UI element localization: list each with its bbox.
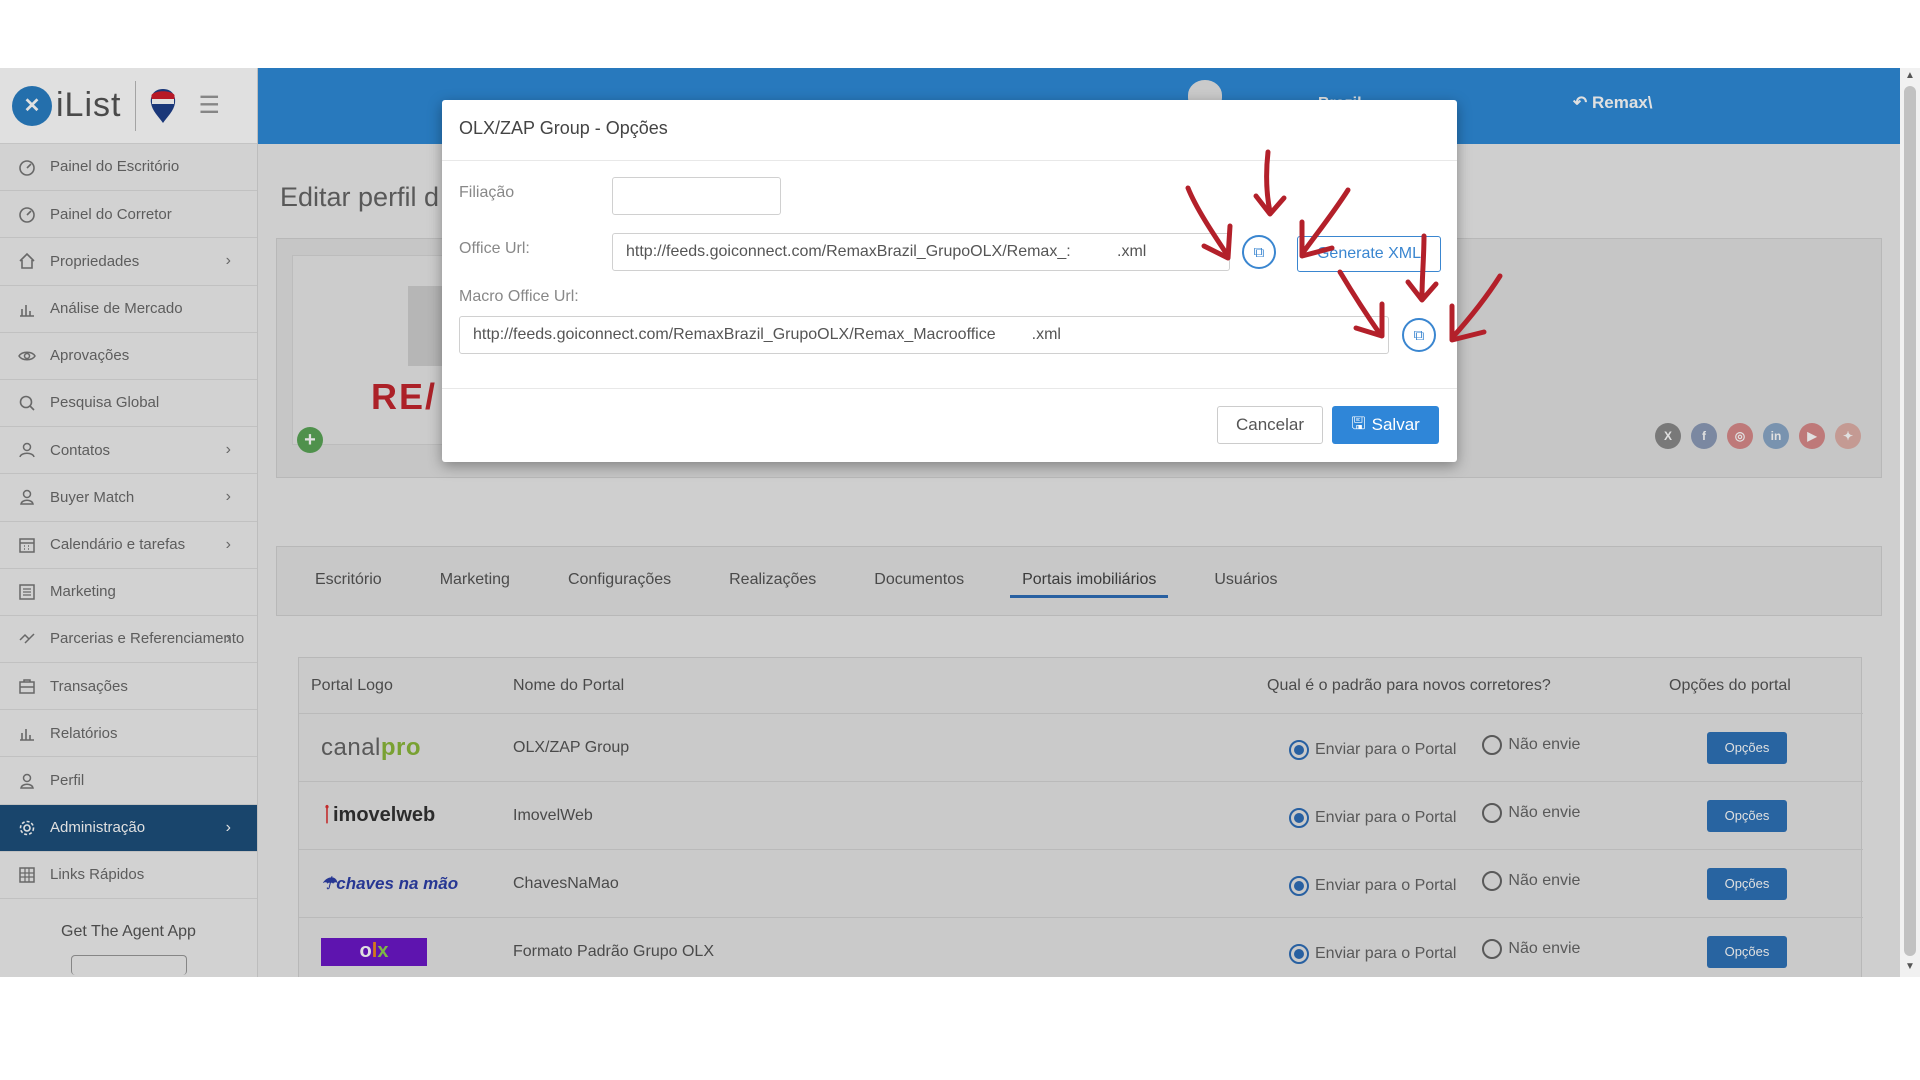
copy-icon: ⧉ [1413,326,1425,344]
macro-url-value: http://feeds.goiconnect.com/RemaxBrazil_… [473,326,996,343]
save-button[interactable]: 🖫 Salvar [1332,406,1439,444]
office-url-input[interactable]: http://feeds.goiconnect.com/RemaxBrazil_… [612,233,1230,271]
scrollbar[interactable]: ▲ ▼ [1900,68,1920,977]
filiacao-input[interactable] [612,177,781,215]
macro-url-input[interactable]: http://feeds.goiconnect.com/RemaxBrazil_… [459,316,1389,354]
office-url-suffix: .xml [1117,243,1147,260]
copy-office-url-button[interactable]: ⧉ [1242,235,1276,269]
office-url-label: Office Url: [459,240,530,257]
divider [442,388,1457,389]
app-window: ✕ iList ☰ Painel do Escritório Painel do … [0,68,1920,977]
cancel-button[interactable]: Cancelar [1217,406,1323,444]
divider [442,160,1457,161]
scroll-up-icon[interactable]: ▲ [1900,70,1920,84]
generate-xml-button[interactable]: Generate XML [1297,236,1441,272]
portal-options-modal: OLX/ZAP Group - Opções Filiação Office U… [442,100,1457,462]
office-url-value: http://feeds.goiconnect.com/RemaxBrazil_… [626,243,1071,260]
scroll-thumb[interactable] [1904,86,1916,956]
copy-icon: ⧉ [1253,243,1265,261]
macro-url-label: Macro Office Url: [459,288,579,305]
filiacao-label: Filiação [459,184,515,201]
floppy-disk-icon: 🖫 [1351,413,1366,433]
copy-macro-url-button[interactable]: ⧉ [1402,318,1436,352]
modal-backdrop: OLX/ZAP Group - Opções Filiação Office U… [0,68,1900,977]
modal-title: OLX/ZAP Group - Opções [459,118,668,138]
scroll-down-icon[interactable]: ▼ [1900,961,1920,975]
save-label: Salvar [1371,415,1420,434]
macro-url-suffix: .xml [1031,326,1061,343]
